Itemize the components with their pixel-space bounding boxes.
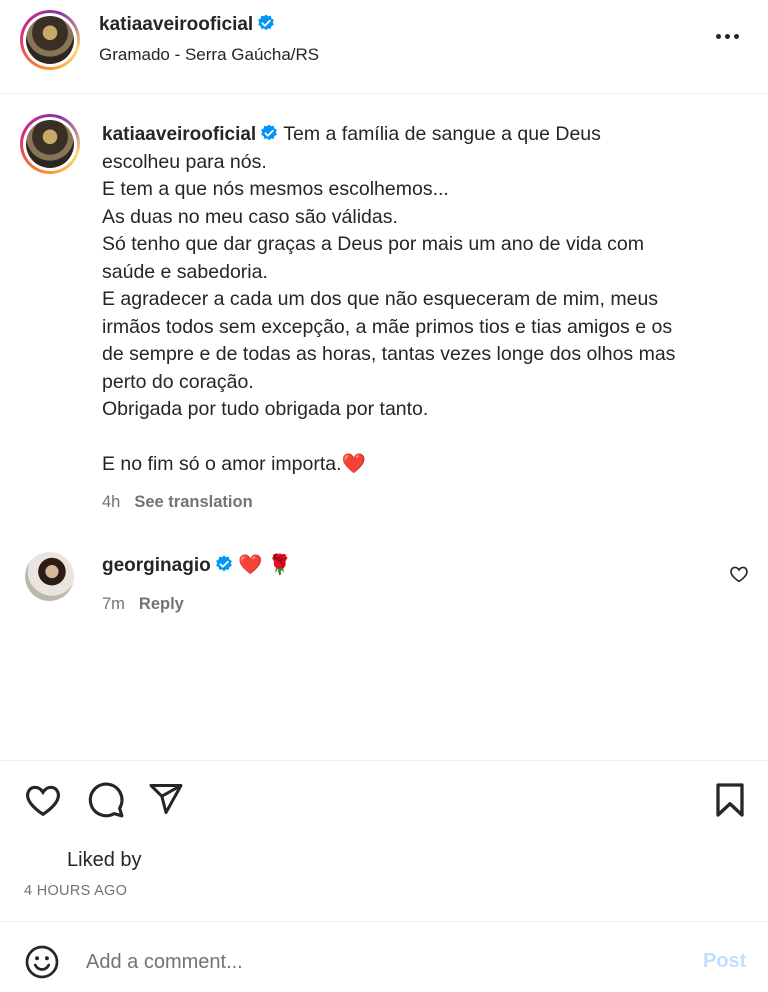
post-button[interactable]: Post: [703, 950, 746, 973]
emoji-icon[interactable]: [24, 944, 60, 980]
actions-divider: [0, 760, 768, 761]
comment-text: ❤️ 🌹: [238, 554, 293, 576]
comment-timestamp[interactable]: 7m: [102, 595, 125, 613]
caption-line: escolheu para nós.: [102, 150, 267, 173]
header-location[interactable]: Gramado - Serra Gaúcha/RS: [99, 45, 319, 65]
comment-meta: 7m Reply: [102, 595, 184, 614]
caption-timestamp[interactable]: 4h: [102, 493, 120, 511]
comment-box-divider: [0, 921, 768, 922]
more-icon-dot: [733, 33, 739, 39]
caption-line: de sempre e de todas as horas, tantas ve…: [102, 343, 676, 365]
caption-first-line: katiaaveirooficial Tem a família de sang…: [102, 121, 742, 149]
caption-line: perto do coração.: [102, 370, 254, 393]
comment-input[interactable]: [86, 946, 676, 978]
verified-icon: [215, 555, 232, 572]
caption-avatar[interactable]: [20, 114, 80, 174]
caption-username[interactable]: katiaaveirooficial: [102, 124, 256, 145]
caption-line: Obrigada por tudo obrigada por tanto.: [102, 398, 429, 420]
like-heart-icon[interactable]: [24, 782, 62, 818]
caption-text: katiaaveirooficial Tem a família de sang…: [102, 121, 742, 479]
comment-icon[interactable]: [87, 781, 125, 819]
comment-line: georginagio ❤️ 🌹: [102, 553, 292, 577]
caption-line: Tem a família de sangue a que Deus: [283, 123, 601, 145]
header-avatar[interactable]: [20, 10, 80, 70]
verified-icon: [261, 124, 278, 141]
comment-avatar[interactable]: [25, 552, 74, 601]
header-divider: [0, 93, 768, 94]
bookmark-icon[interactable]: [712, 782, 748, 818]
caption-line: E no fim só o amor importa.❤️: [102, 453, 366, 475]
caption-line: saúde e sabedoria.: [102, 260, 268, 283]
comment-username[interactable]: georginagio: [102, 555, 211, 576]
share-icon[interactable]: [148, 781, 184, 817]
caption-line: As duas no meu caso são válidas.: [102, 205, 398, 228]
liked-by-text[interactable]: Liked by: [67, 849, 142, 872]
see-translation-button[interactable]: See translation: [134, 493, 252, 511]
post-time-ago[interactable]: 4 HOURS AGO: [24, 883, 127, 899]
verified-icon: [258, 14, 275, 31]
reply-button[interactable]: Reply: [139, 595, 184, 613]
caption-line: E agradecer a cada um dos que não esquec…: [102, 288, 659, 310]
caption-line: irmãos todos sem excepção, a mãe primos …: [102, 315, 673, 338]
header-user: katiaaveirooficial: [99, 14, 275, 36]
like-comment-heart-icon[interactable]: [729, 565, 749, 583]
header-username[interactable]: katiaaveirooficial: [99, 14, 253, 35]
more-icon-dot: [724, 33, 730, 39]
caption-meta: 4h See translation: [102, 493, 253, 512]
more-options-button[interactable]: [712, 26, 742, 46]
caption-line: E tem a que nós mesmos escolhemos...: [102, 178, 449, 200]
more-icon-dot: [715, 33, 721, 39]
caption-line: Só tenho que dar graças a Deus por mais …: [102, 233, 644, 255]
caption-line: [102, 424, 742, 452]
